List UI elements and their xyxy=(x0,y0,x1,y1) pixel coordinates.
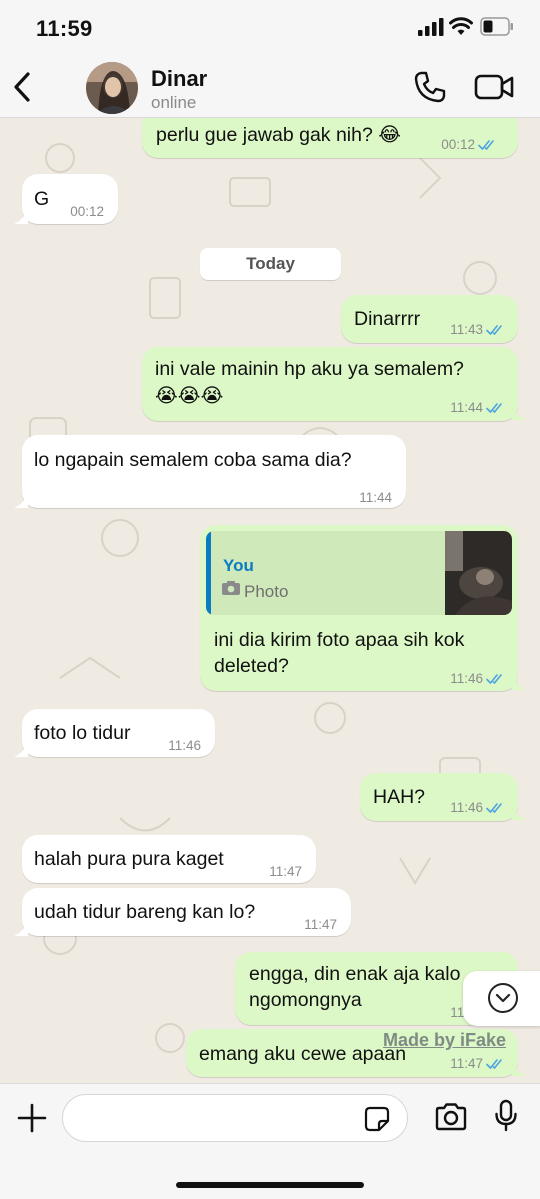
message-time: 11:46 xyxy=(450,800,483,815)
reply-author: You xyxy=(223,556,254,575)
camera-icon xyxy=(222,581,240,595)
camera-icon[interactable] xyxy=(434,1102,468,1132)
reply-quote[interactable]: You Photo xyxy=(206,531,512,615)
microphone-icon[interactable] xyxy=(494,1099,518,1133)
message-time: 11:46 xyxy=(450,671,483,686)
avatar[interactable] xyxy=(86,62,138,114)
video-camera-icon[interactable] xyxy=(474,72,514,102)
message-meta: 11:43 xyxy=(450,317,506,343)
message-time: 00:12 xyxy=(441,137,475,152)
message-text: emang aku cewe apaan xyxy=(199,1043,407,1065)
message-time: 11:43 xyxy=(450,322,483,337)
chat-header: Dinar online xyxy=(0,58,540,118)
watermark: Made by iFake xyxy=(383,1030,507,1050)
message-input[interactable] xyxy=(62,1094,408,1142)
message-bubble-outgoing[interactable]: Dinarrrr 11:43 xyxy=(341,295,518,343)
double-check-icon xyxy=(486,1059,502,1069)
wifi-icon xyxy=(449,17,473,35)
message-text: Dinarrrr xyxy=(354,308,421,330)
message-text: lo ngapain semalem coba sama dia? xyxy=(34,449,352,471)
message-text-line1: engga, din enak aja kalo xyxy=(249,963,461,985)
message-text-line2: ngomongnya xyxy=(249,989,362,1011)
message-meta: 00:12 xyxy=(70,199,104,225)
message-bubble-incoming[interactable]: lo ngapain semalem coba sama dia? 11:44 xyxy=(22,435,406,508)
battery-icon xyxy=(480,17,513,36)
message-bubble-outgoing[interactable]: perlu gue jawab gak nih? 😂 00:12 xyxy=(142,118,518,158)
message-text-line1: ini vale mainin hp aku ya semalem? xyxy=(155,358,464,380)
reply-photo-thumbnail xyxy=(445,531,512,615)
back-chevron-icon[interactable] xyxy=(10,70,36,104)
message-time: 11:47 xyxy=(450,1056,483,1071)
message-time: 11:47 xyxy=(269,864,302,879)
status-time: 11:59 xyxy=(36,16,93,41)
plus-icon[interactable] xyxy=(17,1103,47,1133)
cellular-signal-icon xyxy=(418,18,444,36)
bubble-tail xyxy=(512,406,526,420)
bubble-tail xyxy=(14,743,28,757)
message-meta: 11:44 xyxy=(450,395,506,421)
message-text: udah tidur bareng kan lo? xyxy=(34,901,256,923)
bubble-tail xyxy=(14,922,28,936)
message-time: 11:44 xyxy=(450,400,483,415)
message-bubble-incoming[interactable]: halah pura pura kaget 11:47 xyxy=(22,835,316,883)
message-bubble-outgoing[interactable]: ini vale mainin hp aku ya semalem? 😭😭😭 1… xyxy=(142,347,518,421)
status-bar: 11:59 xyxy=(0,0,540,58)
double-check-icon xyxy=(486,674,502,684)
reply-accent-bar xyxy=(206,531,211,615)
message-bubble-incoming[interactable]: G 00:12 xyxy=(22,174,118,224)
message-time: 11:46 xyxy=(168,738,201,753)
message-text-line2: deleted? xyxy=(214,655,289,677)
message-text: HAH? xyxy=(373,786,426,808)
double-check-icon xyxy=(478,140,494,150)
reply-type: Photo xyxy=(244,582,289,601)
message-text-line1: ini dia kirim foto apaa sih kok xyxy=(214,629,465,651)
message-bubble-incoming[interactable]: foto lo tidur 11:46 xyxy=(22,709,215,757)
contact-name[interactable]: Dinar xyxy=(151,66,207,92)
message-meta: 11:46 xyxy=(168,733,201,759)
message-meta: 11:46 xyxy=(450,666,506,692)
chevron-down-icon xyxy=(488,983,518,1013)
bubble-tail xyxy=(14,494,28,508)
message-time: 11:44 xyxy=(359,490,392,505)
double-check-icon xyxy=(486,403,502,413)
message-text-line2: 😭😭😭 xyxy=(155,385,224,407)
message-text: foto lo tidur xyxy=(34,722,131,744)
message-meta: 11:47 xyxy=(269,859,302,885)
contact-status: online xyxy=(151,93,197,112)
day-separator: Today xyxy=(200,248,341,280)
scroll-to-bottom-button[interactable] xyxy=(463,971,540,1026)
double-check-icon xyxy=(486,325,502,335)
message-meta: 11:46 xyxy=(450,795,506,821)
message-bubble-outgoing[interactable]: You Photo ini dia kirim foto apaa sih ko… xyxy=(200,525,518,691)
message-text: G xyxy=(34,188,50,210)
bubble-tail xyxy=(512,676,526,690)
home-indicator xyxy=(176,1182,364,1188)
message-bubble-outgoing[interactable]: HAH? 11:46 xyxy=(360,773,518,821)
composer-bar xyxy=(0,1083,540,1199)
bubble-tail xyxy=(512,806,526,820)
phone-icon[interactable] xyxy=(413,70,447,104)
message-meta: 11:44 xyxy=(359,485,392,511)
message-time: 11:47 xyxy=(304,917,337,932)
message-time: 00:12 xyxy=(70,204,104,219)
message-bubble-incoming[interactable]: udah tidur bareng kan lo? 11:47 xyxy=(22,888,351,936)
message-meta: 11:47 xyxy=(304,912,337,938)
bubble-tail xyxy=(512,1062,526,1076)
message-meta: 11:47 xyxy=(450,1051,506,1077)
message-meta: 00:12 xyxy=(441,132,498,158)
message-list[interactable]: perlu gue jawab gak nih? 😂 00:12 G 00:12… xyxy=(0,118,540,1083)
double-check-icon xyxy=(486,803,502,813)
message-text: perlu gue jawab gak nih? 😂 xyxy=(156,124,402,146)
message-text: halah pura pura kaget xyxy=(34,848,224,870)
sticker-icon[interactable] xyxy=(364,1106,390,1132)
bubble-tail xyxy=(14,210,28,224)
